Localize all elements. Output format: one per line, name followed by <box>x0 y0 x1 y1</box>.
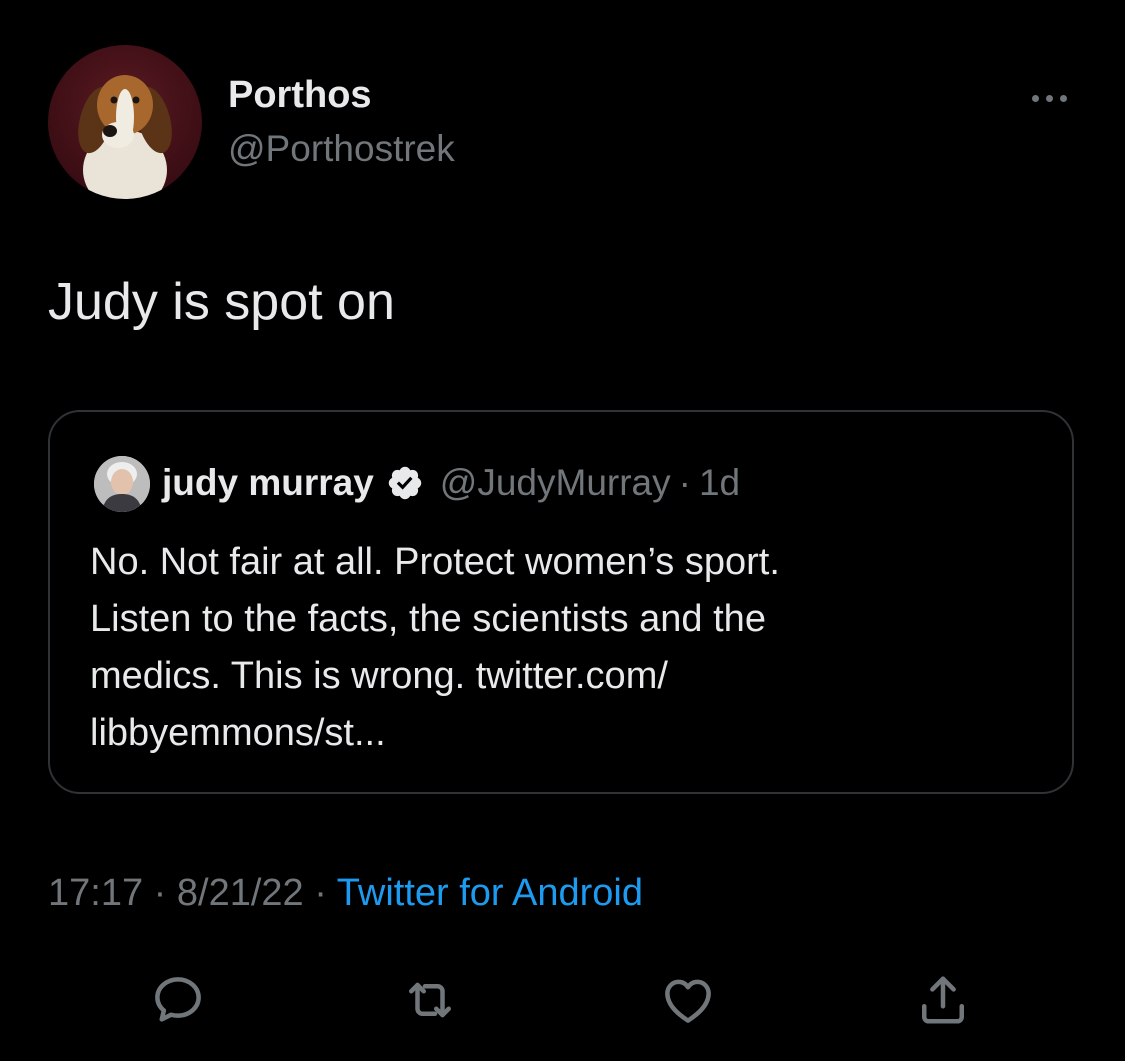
retweet-button[interactable] <box>395 965 465 1035</box>
quote-author-handle[interactable]: @JudyMurray <box>440 462 671 504</box>
more-options-button[interactable] <box>1018 78 1080 118</box>
quote-text-line: libbyemmons/st... <box>90 712 386 754</box>
quote-text-line: medics. This is wrong. twitter.com/ <box>90 655 668 697</box>
tweet-source-link[interactable]: Twitter for Android <box>337 872 643 914</box>
more-icon-dot <box>1045 94 1053 102</box>
quote-author-name[interactable]: judy murray <box>162 462 374 504</box>
quote-time[interactable]: 1d <box>699 462 740 504</box>
author-avatar[interactable] <box>48 45 202 199</box>
quote-separator: · <box>678 462 691 503</box>
like-button[interactable] <box>653 965 723 1035</box>
author-name[interactable]: Porthos <box>228 74 372 117</box>
retweet-icon <box>409 982 451 1018</box>
quote-author-avatar[interactable] <box>94 456 150 512</box>
reply-icon <box>155 977 201 1022</box>
quote-text-line: Listen to the facts, the scientists and … <box>90 598 766 640</box>
more-icon <box>1031 94 1039 102</box>
quote-text: No. Not fair at all. Protect women’s spo… <box>90 534 1040 762</box>
share-button[interactable] <box>908 965 978 1035</box>
tweet-text: Judy is spot on <box>48 273 395 331</box>
reply-button[interactable] <box>143 965 213 1035</box>
meta-separator: · <box>314 872 327 914</box>
share-icon <box>922 976 964 1024</box>
quote-text-line: No. Not fair at all. Protect women’s spo… <box>90 541 780 583</box>
quote-header: judy murray @JudyMurray · 1d <box>162 462 740 504</box>
tweet-action-bar <box>0 965 1125 1035</box>
tweet-metadata: 17:17 · 8/21/22 · Twitter for Android <box>48 872 643 915</box>
tweet-date[interactable]: 8/21/22 <box>177 872 304 914</box>
author-handle[interactable]: @Porthostrek <box>228 128 455 170</box>
quoted-tweet-card[interactable]: judy murray @JudyMurray · 1d No. Not fai… <box>48 410 1074 794</box>
beagle-avatar-image <box>78 75 172 199</box>
more-icon-dot <box>1059 94 1067 102</box>
tweet-time[interactable]: 17:17 <box>48 872 143 914</box>
verified-icon <box>388 466 422 500</box>
meta-separator: · <box>153 872 167 914</box>
judy-avatar-image <box>94 456 150 512</box>
heart-icon <box>665 979 711 1023</box>
